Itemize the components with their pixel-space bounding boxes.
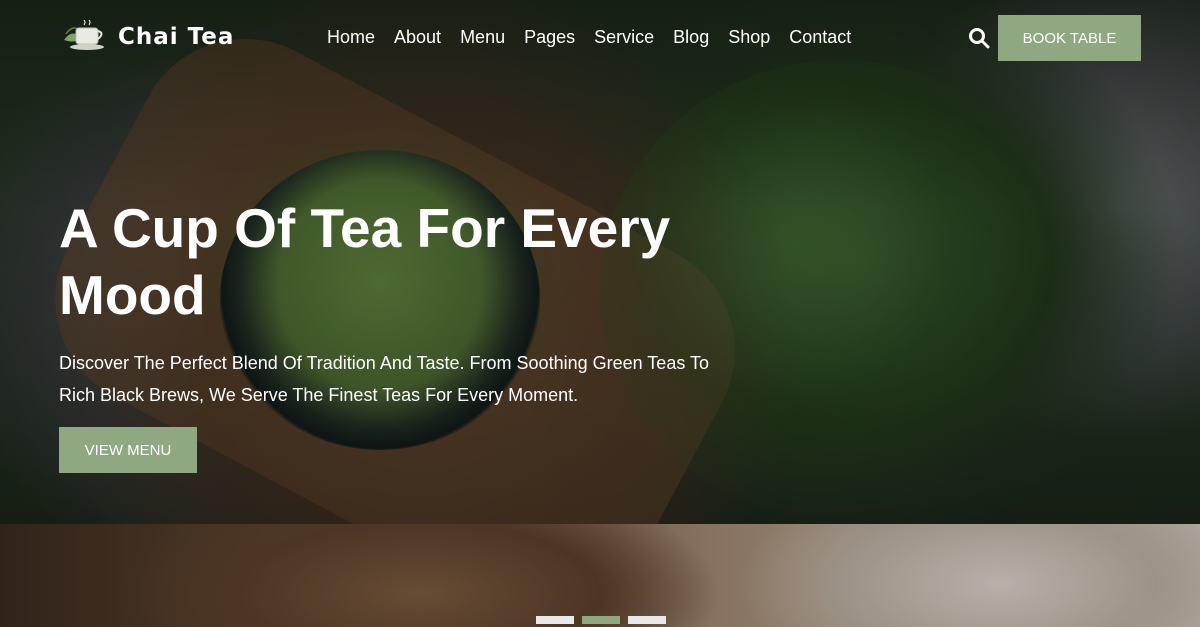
teacup-leaf-icon: [64, 20, 104, 50]
nav-pages[interactable]: Pages: [524, 27, 575, 48]
search-icon[interactable]: [968, 27, 990, 49]
slider-dot-3[interactable]: [628, 616, 666, 624]
brand-name: Chai Tea: [118, 24, 235, 50]
slider-dot-1[interactable]: [536, 616, 574, 624]
slider-dot-2[interactable]: [582, 616, 620, 624]
hero-content: A Cup Of Tea For Every Mood Discover The…: [59, 195, 739, 411]
book-table-button[interactable]: BOOK TABLE: [998, 15, 1141, 61]
slider-dots: [536, 616, 666, 624]
nav-blog[interactable]: Blog: [673, 27, 709, 48]
next-slide-preview: [0, 524, 1200, 627]
nav-home[interactable]: Home: [327, 27, 375, 48]
nav-about[interactable]: About: [394, 27, 441, 48]
top-navigation: Chai Tea Home About Menu Pages Service B…: [0, 0, 1200, 76]
nav-shop[interactable]: Shop: [728, 27, 770, 48]
nav-menu[interactable]: Menu: [460, 27, 505, 48]
hero-title: A Cup Of Tea For Every Mood: [59, 197, 671, 326]
hero-subtitle: Discover The Perfect Blend Of Tradition …: [59, 353, 710, 405]
brand-logo[interactable]: Chai Tea: [62, 20, 234, 54]
nav-service[interactable]: Service: [594, 27, 654, 48]
view-menu-button[interactable]: VIEW MENU: [59, 427, 197, 473]
main-menu: Home About Menu Pages Service Blog Shop …: [327, 27, 870, 48]
nav-contact[interactable]: Contact: [789, 27, 851, 48]
